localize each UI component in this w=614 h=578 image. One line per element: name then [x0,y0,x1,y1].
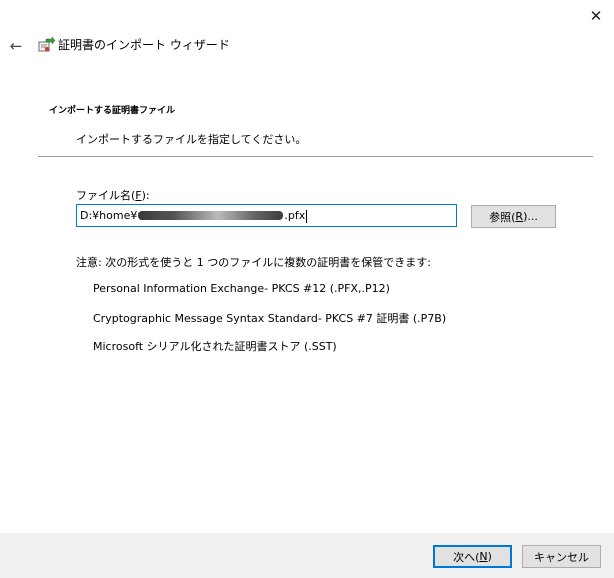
file-name-input[interactable]: D:¥home¥ .pfx [76,204,457,227]
browse-button[interactable]: 参照(R)... [471,205,556,228]
format-item-sst: Microsoft シリアル化された証明書ストア (.SST) [93,340,337,353]
next-button[interactable]: 次へ(N) [433,545,512,568]
file-path-start: D:¥home¥ [80,209,138,222]
file-name-label: ファイル名(F): [76,189,150,202]
format-item-pfx: Personal Information Exchange- PKCS #12 … [93,282,390,295]
file-path-end: .pfx [284,209,306,222]
arrow-left-icon: ← [9,37,23,55]
text-caret [306,209,308,223]
format-note: 注意: 次の形式を使うと 1 つのファイルに複数の証明書を保管できます: [76,256,431,269]
back-button[interactable]: ← [6,36,26,56]
format-item-p7b: Cryptographic Message Syntax Standard- P… [93,312,447,325]
section-heading: インポートする証明書ファイル [49,106,176,116]
header-divider [38,156,593,157]
section-subtitle: インポートするファイルを指定してください。 [76,133,307,146]
certificate-wizard-icon [38,36,55,52]
close-icon: ✕ [589,7,603,25]
redacted-path-segment [138,211,284,220]
cancel-button[interactable]: キャンセル [522,545,601,568]
close-button[interactable]: ✕ [584,6,608,26]
window-title: 証明書のインポート ウィザード [58,38,230,52]
